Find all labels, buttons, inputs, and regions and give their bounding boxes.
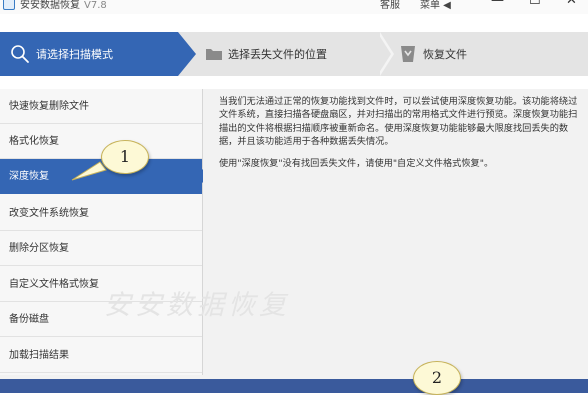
mode-hint: 使用"深度恢复"没有找回丢失文件，请使用"自定义文件格式恢复"。 — [219, 158, 494, 169]
sidebar-item-load-scan-results[interactable]: 加载扫描结果 — [0, 338, 202, 373]
callout-2: 2 — [413, 361, 461, 395]
recovery-mode-sidebar: 快速恢复删除文件 格式化恢复 深度恢复 改变文件系统恢复 删除分区恢复 自定义文… — [0, 89, 203, 375]
step-3-label: 恢复文件 — [423, 48, 467, 61]
minimize-button[interactable]: — — [491, 0, 504, 8]
close-button[interactable]: ✕ — [566, 0, 577, 8]
sidebar-item-quick-recover-deleted[interactable]: 快速恢复删除文件 — [0, 89, 202, 124]
customer-service-button[interactable]: 客服 — [380, 0, 400, 11]
menu-button[interactable]: 菜单 ◀ — [420, 0, 451, 11]
recover-box-icon — [401, 46, 415, 62]
callout-1: 1 — [101, 140, 149, 174]
maximize-button[interactable]: ☐ — [529, 0, 541, 8]
app-name: 安安数据恢复 — [20, 0, 80, 11]
mode-description-panel: 当我们无法通过正常的恢复功能找到文件时，可以尝试使用深度恢复功能。该功能将绕过文… — [203, 89, 588, 375]
sidebar-item-custom-format-recover[interactable]: 自定义文件格式恢复 — [0, 267, 202, 302]
step-1-arrow — [178, 32, 196, 76]
bottom-action-bar — [0, 379, 588, 393]
step-select-scan-mode: 请选择扫描模式 — [0, 32, 178, 76]
title-bar: 安安数据恢复 V7.8 客服 菜单 ◀ — ☐ ✕ — [0, 0, 588, 14]
step-1-label: 请选择扫描模式 — [36, 48, 113, 61]
app-version: V7.8 — [84, 0, 107, 11]
sidebar-item-deleted-partition-recover[interactable]: 删除分区恢复 — [0, 231, 202, 266]
folder-icon — [206, 49, 222, 60]
search-icon — [11, 45, 29, 63]
mode-description: 当我们无法通过正常的恢复功能找到文件时，可以尝试使用深度恢复功能。该功能将绕过文… — [219, 96, 578, 148]
step-bar: 请选择扫描模式 选择丢失文件的位置 恢复文件 — [0, 32, 588, 76]
sidebar-item-change-filesystem-recover[interactable]: 改变文件系统恢复 — [0, 196, 202, 231]
app-title: 安安数据恢复 V7.8 — [20, 0, 107, 11]
sidebar-item-deep-recover[interactable]: 深度恢复 — [0, 159, 202, 194]
step-2-label: 选择丢失文件的位置 — [228, 48, 327, 61]
app-logo-icon — [3, 0, 15, 10]
sidebar-item-backup-disk[interactable]: 备份磁盘 — [0, 302, 202, 337]
